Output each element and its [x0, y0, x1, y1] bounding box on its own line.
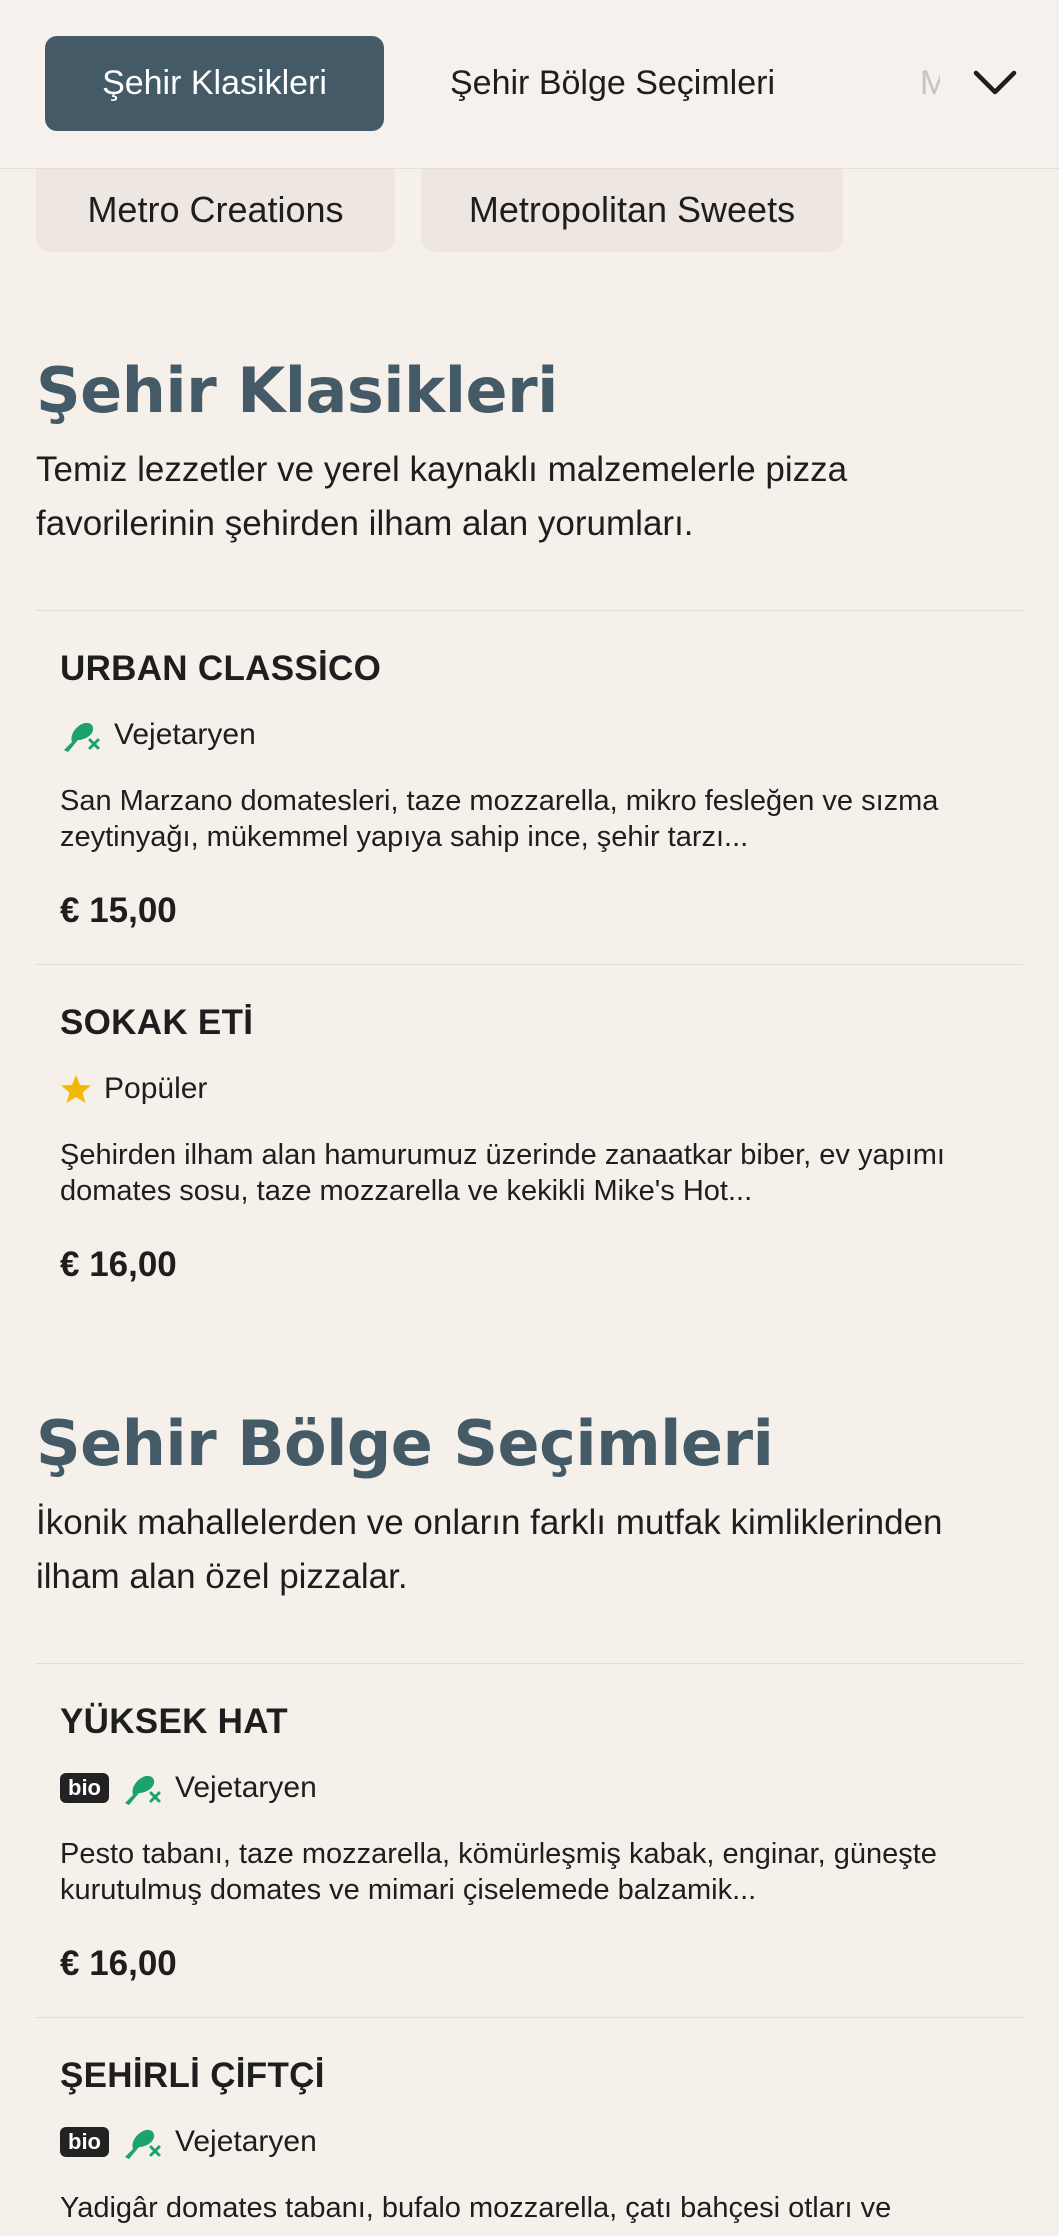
section-description: Temiz lezzetler ve yerel kaynaklı malzem… — [36, 450, 848, 543]
item-description: Pesto tabanı, taze mozzarella, kömürleşm… — [60, 1838, 937, 1906]
tab-sehir-klasikleri[interactable]: Şehir Klasikleri — [45, 36, 384, 131]
section-title: Şehir Bölge Seçimleri — [36, 1407, 774, 1480]
vegetarian-icon — [60, 716, 102, 754]
item-description: Yadigâr domates tabanı, bufalo mozzarell… — [60, 2192, 892, 2224]
menu-item-urban-classico[interactable]: URBAN CLASSİCO Vejetaryen San Marzano do… — [36, 610, 1023, 965]
star-icon — [60, 1073, 92, 1105]
menu-item-sehirli-ciftci[interactable]: ŞEHİRLİ ÇİFTÇİ bio Vejetaryen Yadigâr do… — [36, 2017, 1023, 2236]
item-price: € 15,00 — [60, 891, 177, 930]
section-title: Şehir Klasikleri — [36, 354, 558, 427]
item-name: URBAN CLASSİCO — [60, 649, 382, 688]
item-name: SOKAK ETİ — [60, 1003, 254, 1042]
chevron-down-icon[interactable] — [960, 48, 1030, 118]
section-sehir-bolge-secimleri: Şehir Bölge Seçimleri İkonik mahallelerd… — [36, 1408, 1023, 1604]
tag-label: Vejetaryen — [175, 2125, 317, 2158]
tab-sehir-bolge-secimleri[interactable]: Şehir Bölge Seçimleri — [418, 36, 807, 131]
menu-item-sokak-eti[interactable]: SOKAK ETİ Popüler Şehirden ilham alan ha… — [36, 964, 1023, 1319]
vegetarian-icon — [121, 1769, 163, 1807]
item-price: € 16,00 — [60, 1944, 177, 1983]
menu-item-yuksek-hat[interactable]: YÜKSEK HAT bio Vejetaryen Pesto tabanı, … — [36, 1663, 1023, 2018]
vegetarian-icon — [121, 2123, 163, 2161]
item-description: Şehirden ilham alan hamurumuz üzerinde z… — [60, 1139, 945, 1207]
category-nav-bar: Şehir Klasikleri Şehir Bölge Seçimleri M — [0, 0, 1059, 169]
tag-label: Popüler — [104, 1072, 208, 1105]
item-description: San Marzano domatesleri, taze mozzarella… — [60, 785, 939, 853]
tab-partial-next[interactable]: M — [920, 36, 940, 131]
subtab-metropolitan-sweets[interactable]: Metropolitan Sweets — [421, 168, 843, 252]
item-name: ŞEHİRLİ ÇİFTÇİ — [60, 2056, 325, 2095]
item-tags: Vejetaryen — [60, 713, 256, 757]
item-tags: bio Vejetaryen — [60, 2120, 317, 2164]
bio-badge: bio — [60, 2127, 109, 2157]
bio-badge: bio — [60, 1773, 109, 1803]
item-tags: Popüler — [60, 1067, 207, 1111]
subtab-metro-creations[interactable]: Metro Creations — [36, 168, 395, 252]
item-tags: bio Vejetaryen — [60, 1766, 317, 1810]
section-sehir-klasikleri: Şehir Klasikleri Temiz lezzetler ve yere… — [36, 355, 1023, 551]
section-description: İkonik mahallelerden ve onların farklı m… — [36, 1503, 943, 1596]
tag-label: Vejetaryen — [175, 1771, 317, 1804]
item-price: € 16,00 — [60, 1245, 177, 1284]
tag-label: Vejetaryen — [114, 718, 256, 751]
item-name: YÜKSEK HAT — [60, 1702, 288, 1741]
